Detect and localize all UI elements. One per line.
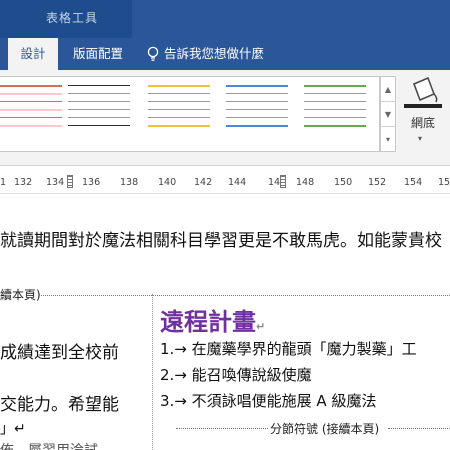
ruler-tick: 152 [368, 177, 387, 188]
ruler-tick: 148 [296, 177, 315, 188]
section-break-line-right-b [388, 428, 450, 429]
heading-text: 遠程計畫 [160, 308, 256, 336]
gallery-up-arrow-icon[interactable]: ▲ [381, 77, 395, 102]
body-line-1: 就讀期間對於魔法相關科目學習更是不敢馬虎。如能蒙貴校 [0, 226, 442, 251]
tab-layout[interactable]: 版面配置 [62, 38, 134, 70]
ruler-tick: 142 [194, 177, 213, 188]
ruler-tick: 132 [14, 177, 33, 188]
shading-label[interactable]: 網底 [403, 114, 443, 131]
horizontal-ruler: 1 132 134 136 138 140 142 144 14 148 150… [0, 172, 450, 194]
shading-dropdown-icon[interactable]: ▾ [418, 134, 422, 143]
left-column-line-2: 交能力。希望能 [0, 395, 119, 415]
table-style-red[interactable] [0, 83, 62, 133]
ribbon-body: ▲ ▼ ▾ 網底 ▾ [0, 70, 450, 166]
ruler-tick: 140 [158, 177, 177, 188]
plan-item-1: 1.→ 在魔藥學界的龍頭「魔力製藥」工 [160, 340, 417, 358]
column-marker[interactable] [67, 175, 73, 188]
ruler-tick: 154 [404, 177, 423, 188]
left-column-line-1: 成績達到全校前 [0, 343, 119, 363]
ruler-tick: 144 [228, 177, 247, 188]
table-style-gold[interactable] [148, 83, 210, 133]
section-break-line-right-a [176, 428, 268, 429]
left-column-line-4: 佈 屬習用淪試 [0, 440, 98, 450]
ruler-tick: 134 [46, 177, 65, 188]
gallery-scroll: ▲ ▼ ▾ [380, 76, 396, 152]
ruler-tick: 14 [268, 177, 281, 188]
table-tools-context-group: 表格工具 [0, 0, 132, 38]
table-style-blue[interactable] [226, 83, 288, 133]
column-marker[interactable] [280, 175, 286, 188]
section-break-line [38, 295, 450, 296]
plan-item-3: 3.→ 不須詠唱便能施展 A 級魔法 [160, 392, 377, 410]
ribbon-tab-row: 設計 版面配置 告訴我您想做什麼 [0, 38, 450, 70]
table-style-plain[interactable] [68, 83, 130, 133]
ruler-tick: 136 [82, 177, 101, 188]
table-tools-label: 表格工具 [46, 11, 99, 25]
document-area[interactable]: 就讀期間對於魔法相關科目學習更是不敢馬虎。如能蒙貴校 續本頁) 成績達到全校前 … [0, 196, 450, 450]
section-break-right-label: 分節符號 (接續本頁) [270, 422, 380, 436]
plan-item-2: 2.→ 能召喚傳說級使魔 [160, 366, 312, 384]
title-bar: 表格工具 [0, 0, 450, 38]
section-break-left-label: 續本頁) [0, 288, 41, 302]
ruler-tick: 150 [334, 177, 353, 188]
section-heading: 遠程計畫↵ [160, 308, 266, 336]
table-styles-gallery [0, 76, 380, 152]
body-text: 就讀期間對於魔法相關科目學習更是不敢馬虎。如能蒙貴校 [0, 231, 442, 251]
tell-me-search[interactable]: 告訴我您想做什麼 [146, 38, 264, 70]
ruler-tick: 1 [0, 177, 7, 188]
gallery-down-arrow-icon[interactable]: ▼ [381, 102, 395, 127]
left-column-line-3: 」↵ [0, 421, 26, 437]
table-style-green[interactable] [304, 83, 366, 133]
tab-design[interactable]: 設計 [8, 38, 58, 70]
ruler-tick: 138 [120, 177, 139, 188]
gallery-more-icon[interactable]: ▾ [381, 127, 395, 152]
ruler-tick: 15 [438, 177, 450, 188]
column-divider [152, 294, 153, 450]
